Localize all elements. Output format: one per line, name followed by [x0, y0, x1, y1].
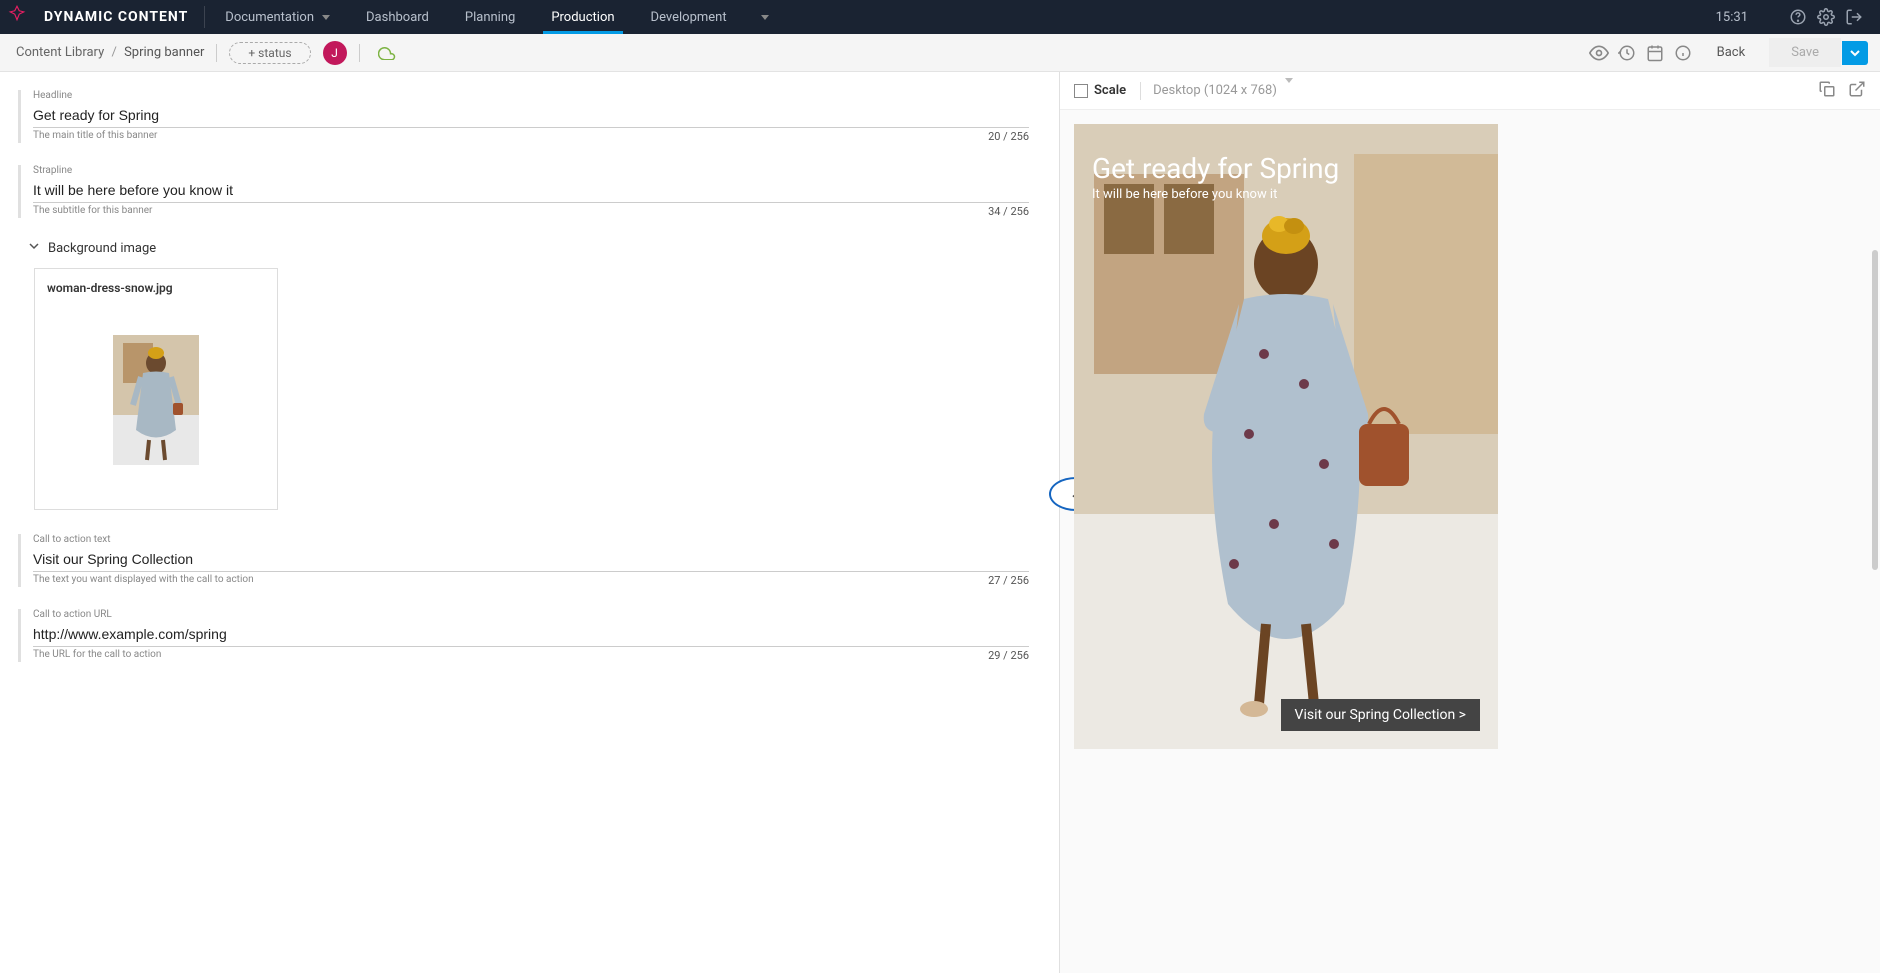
breadcrumb-root[interactable]: Content Library	[16, 45, 104, 60]
image-thumbnail	[113, 335, 199, 465]
eye-icon[interactable]	[1585, 43, 1613, 63]
field-count: 29 / 256	[988, 649, 1029, 662]
field-label: Call to action text	[33, 534, 1029, 545]
preview-toolbar: Scale Desktop (1024 x 768)	[1060, 72, 1880, 110]
field-cta-text: Call to action text The text you want di…	[18, 534, 1029, 587]
field-help: The URL for the call to action	[33, 649, 161, 662]
field-strapline: Strapline The subtitle for this banner 3…	[18, 165, 1029, 218]
chevron-down-icon	[1285, 78, 1293, 98]
field-help: The main title of this banner	[33, 130, 157, 143]
calendar-icon[interactable]	[1641, 44, 1669, 62]
bg-image-toggle[interactable]: Background image	[28, 240, 1029, 256]
save-dropdown[interactable]	[1842, 41, 1868, 65]
nav-more[interactable]	[745, 0, 777, 34]
banner-headline: Get ready for Spring	[1092, 152, 1339, 185]
logout-icon[interactable]	[1840, 3, 1868, 31]
editor-panel: Headline The main title of this banner 2…	[0, 72, 1060, 973]
cta-url-input[interactable]	[33, 620, 1029, 647]
back-button[interactable]: Back	[1697, 39, 1766, 66]
save-button[interactable]: Save	[1769, 38, 1841, 67]
breadcrumb-current: Spring banner	[124, 45, 204, 60]
image-card[interactable]: woman-dress-snow.jpg	[34, 268, 278, 510]
sub-header: Content Library / Spring banner + status…	[0, 34, 1880, 72]
avatar[interactable]: J	[323, 41, 347, 65]
field-help: The text you want displayed with the cal…	[33, 574, 254, 587]
headline-input[interactable]	[33, 101, 1029, 128]
history-icon[interactable]	[1613, 44, 1641, 62]
chevron-down-icon	[322, 15, 330, 20]
field-help: The subtitle for this banner	[33, 205, 152, 218]
device-select[interactable]: Desktop (1024 x 768)	[1153, 83, 1293, 98]
field-headline: Headline The main title of this banner 2…	[18, 90, 1029, 143]
logo-icon	[8, 4, 34, 30]
separator	[204, 6, 205, 28]
strapline-input[interactable]	[33, 176, 1029, 203]
nav-production[interactable]: Production	[533, 0, 632, 34]
field-label: Strapline	[33, 165, 1029, 176]
field-label: Call to action URL	[33, 609, 1029, 620]
help-icon[interactable]	[1784, 3, 1812, 31]
cta-text-input[interactable]	[33, 545, 1029, 572]
scrollbar[interactable]	[1872, 250, 1878, 570]
field-count: 34 / 256	[988, 205, 1029, 218]
scale-checkbox[interactable]	[1074, 84, 1088, 98]
clock-time: 15:31	[1716, 10, 1748, 25]
chevron-down-icon	[28, 240, 40, 256]
field-count: 20 / 256	[988, 130, 1029, 143]
nav-documentation[interactable]: Documentation	[207, 0, 348, 34]
gear-icon[interactable]	[1812, 3, 1840, 31]
open-external-icon[interactable]	[1848, 80, 1866, 102]
banner-preview: Get ready for Spring It will be here bef…	[1074, 124, 1498, 749]
image-filename: woman-dress-snow.jpg	[47, 281, 265, 295]
field-count: 27 / 256	[988, 574, 1029, 587]
nav-dashboard[interactable]: Dashboard	[348, 0, 447, 34]
scale-label: Scale	[1094, 83, 1126, 98]
nav-planning[interactable]: Planning	[447, 0, 533, 34]
banner-cta: Visit our Spring Collection >	[1281, 699, 1480, 731]
banner-strapline: It will be here before you know it	[1092, 187, 1339, 202]
add-status-button[interactable]: + status	[229, 42, 310, 64]
brand-name: DYNAMIC CONTENT	[44, 9, 188, 25]
breadcrumb: Content Library / Spring banner	[16, 45, 204, 60]
chevron-down-icon	[761, 15, 769, 20]
top-nav: DYNAMIC CONTENT Documentation Dashboard …	[0, 0, 1880, 34]
field-cta-url: Call to action URL The URL for the call …	[18, 609, 1029, 662]
time-dropdown[interactable]	[1756, 3, 1784, 31]
nav-development[interactable]: Development	[633, 0, 745, 34]
preview-panel: ↔ Scale Desktop (1024 x 768)	[1060, 72, 1880, 973]
field-label: Headline	[33, 90, 1029, 101]
cloud-sync-icon	[378, 46, 396, 60]
copy-icon[interactable]	[1818, 80, 1836, 102]
info-icon[interactable]	[1669, 44, 1697, 62]
